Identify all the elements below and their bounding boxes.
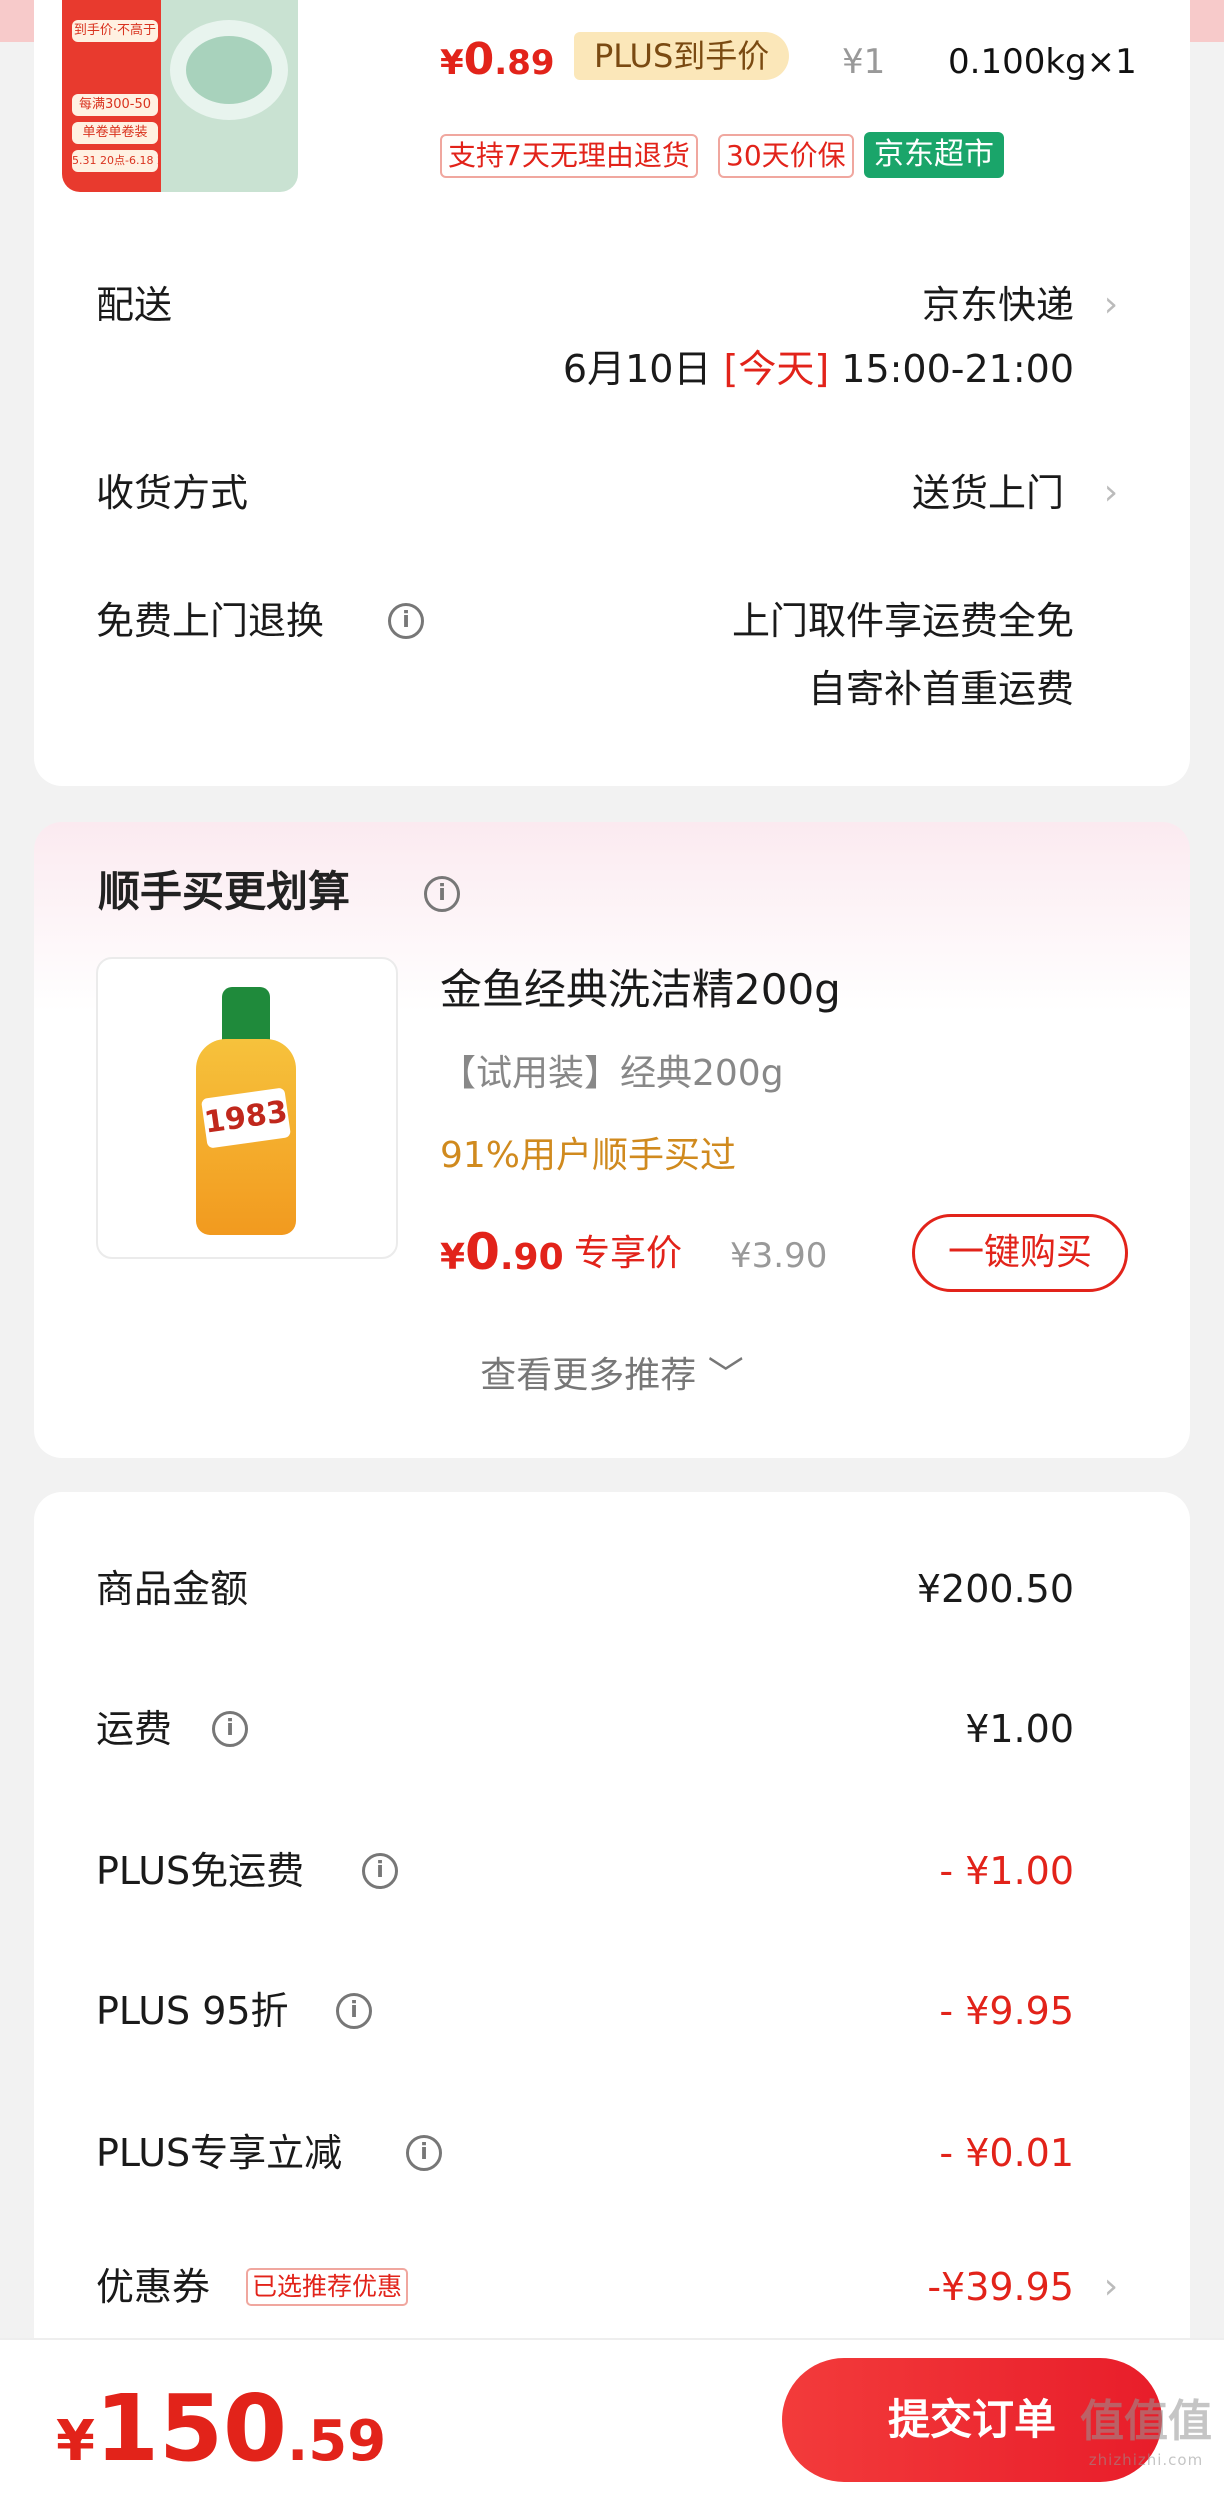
summary-row-value: ¥200.50: [916, 1567, 1074, 1611]
info-icon[interactable]: i: [424, 876, 460, 912]
price-protection-tag: 30天价保: [718, 134, 854, 178]
tape-roll-image: [170, 20, 288, 120]
free-return-label: 免费上门退换: [96, 599, 325, 643]
delivery-time[interactable]: 6月10日 [今天] 15:00-21:00: [563, 342, 1074, 396]
info-icon[interactable]: i: [212, 1711, 248, 1747]
view-more-recommendations-link[interactable]: 查看更多推荐 ﹀: [0, 1348, 1224, 1404]
chevron-right-icon[interactable]: ›: [1098, 278, 1124, 332]
recommend-buyers-rate: 91%用户顺手买过: [440, 1135, 737, 1176]
thumb-tag: 5.31 20点-6.18 24点: [72, 150, 158, 172]
thumb-tag: 单卷单卷装: [72, 122, 158, 144]
free-return-line1: 上门取件享运费全免: [731, 599, 1074, 643]
summary-row-value: - ¥0.01: [939, 2131, 1074, 2175]
product-original-price: ¥1: [842, 42, 886, 82]
site-watermark: 值值值 zhizhizhi.com: [1080, 2396, 1212, 2469]
summary-row-label: 商品金额: [96, 1567, 249, 1611]
info-icon[interactable]: i: [362, 1853, 398, 1889]
info-icon[interactable]: i: [406, 2135, 442, 2171]
chevron-right-icon[interactable]: ›: [1098, 466, 1124, 520]
receive-method-value[interactable]: 送货上门: [912, 466, 1064, 520]
store-tag: 京东超市: [864, 132, 1004, 178]
recommend-product-image[interactable]: 1983: [96, 957, 398, 1259]
chevron-right-icon[interactable]: ›: [1098, 2260, 1124, 2314]
coupon-recommended-badge: 已选推荐优惠: [246, 2268, 409, 2306]
bottle-cap-shape: [222, 987, 270, 1043]
summary-row-label: PLUS免运费: [96, 1849, 305, 1893]
product-weight-quantity: 0.100kg×1: [948, 42, 1137, 82]
plus-price-badge: PLUS到手价: [574, 32, 790, 80]
product-thumbnail[interactable]: 到手价·不高于 每满300-50 单卷单卷装 5.31 20点-6.18 24点: [62, 0, 298, 192]
info-icon[interactable]: i: [388, 603, 424, 639]
summary-row-label: PLUS专享立减: [96, 2131, 343, 2175]
summary-row-label: 运费: [96, 1707, 173, 1751]
summary-row-value: ¥1.00: [965, 1707, 1074, 1751]
summary-row-label: PLUS 95折: [96, 1989, 289, 2033]
order-total: ¥150.59: [56, 2375, 387, 2482]
info-icon[interactable]: i: [336, 1993, 372, 2029]
delivery-label: 配送: [96, 283, 173, 327]
recommend-price: ¥0.90: [440, 1223, 564, 1281]
coupon-value[interactable]: -¥39.95: [927, 2260, 1074, 2314]
summary-row-value: - ¥1.00: [939, 1849, 1074, 1893]
recommend-original-price: ¥3.90: [730, 1236, 828, 1276]
recommend-title: 顺手买更划算: [98, 867, 351, 916]
one-click-buy-button[interactable]: 一键购买: [912, 1214, 1128, 1292]
receive-method-label: 收货方式: [96, 471, 249, 515]
thumb-tag: 每满300-50: [72, 94, 158, 116]
return-policy-tag: 支持7天无理由退货: [440, 134, 698, 178]
thumb-tag: 到手价·不高于: [72, 20, 158, 42]
recommend-product-name[interactable]: 金鱼经典洗洁精200g: [440, 960, 841, 1020]
coupon-label: 优惠券: [96, 2265, 211, 2309]
free-return-line2: 自寄补首重运费: [807, 667, 1074, 711]
recommend-product-spec: 【试用装】经典200g: [440, 1053, 784, 1094]
delivery-carrier[interactable]: 京东快递: [922, 278, 1074, 332]
exclusive-price-label: 专享价: [574, 1233, 683, 1274]
summary-row-value: - ¥9.95: [939, 1989, 1074, 2033]
product-price: ¥0.89: [440, 34, 555, 85]
